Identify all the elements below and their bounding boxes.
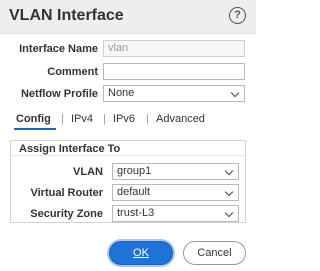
chevron-down-icon <box>224 187 234 197</box>
tab-config[interactable]: Config <box>16 113 51 125</box>
netflow-profile-label: Netflow Profile <box>20 88 98 100</box>
security-zone-value: trust-L3 <box>117 207 155 219</box>
chevron-down-icon <box>224 166 234 176</box>
dialog-title: VLAN Interface <box>9 7 124 24</box>
virtual-router-value: default <box>117 186 151 198</box>
ok-button-label: OK <box>133 247 149 259</box>
chevron-down-icon <box>224 208 234 218</box>
tab-separator: | <box>146 113 149 125</box>
vlan-label: VLAN <box>73 166 103 178</box>
netflow-profile-select[interactable]: None <box>103 85 245 102</box>
vlan-value: group1 <box>117 165 152 177</box>
tab-ipv6[interactable]: IPv6 <box>113 113 135 125</box>
comment-input[interactable] <box>103 63 245 80</box>
chevron-down-icon <box>230 88 240 98</box>
netflow-profile-value: None <box>108 87 135 99</box>
tab-ipv4[interactable]: IPv4 <box>71 113 93 125</box>
security-zone-select[interactable]: trust-L3 <box>112 205 239 222</box>
cancel-button[interactable]: Cancel <box>183 241 246 265</box>
active-tab-indicator <box>14 128 56 130</box>
ok-button[interactable]: OK <box>109 241 173 265</box>
vlan-select[interactable]: group1 <box>112 163 239 180</box>
virtual-router-select[interactable]: default <box>112 184 239 201</box>
interface-name-input: vlan <box>103 40 245 57</box>
tab-advanced[interactable]: Advanced <box>156 113 205 125</box>
virtual-router-label: Virtual Router <box>30 187 103 199</box>
tab-separator: | <box>103 113 106 125</box>
dialog-titlebar: VLAN Interface ? <box>0 0 256 34</box>
help-icon[interactable]: ? <box>229 7 246 24</box>
security-zone-label: Security Zone <box>30 208 103 220</box>
tab-separator: | <box>61 113 64 125</box>
assign-interface-title: Assign Interface To <box>19 143 121 155</box>
comment-label: Comment <box>47 66 98 78</box>
interface-name-label: Interface Name <box>19 43 98 55</box>
